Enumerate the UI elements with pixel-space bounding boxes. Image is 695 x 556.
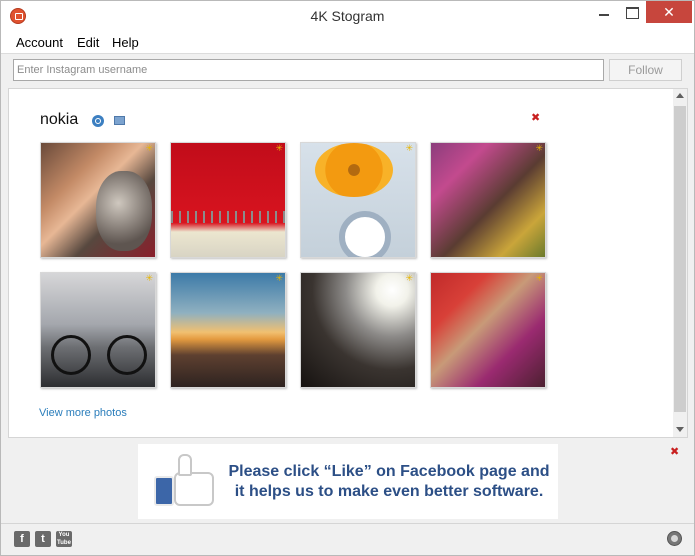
youtube-icon[interactable]: You Tube [56,531,72,547]
view-more-photos-link[interactable]: View more photos [39,407,127,419]
favorite-star-icon: ✳ [535,273,543,283]
favorite-star-icon: ✳ [145,143,153,153]
remove-profile-button[interactable]: ✖ [531,113,541,124]
profile-username: nokia [40,111,79,128]
maximize-button[interactable] [620,1,644,23]
globe-icon[interactable] [667,531,682,546]
favorite-star-icon: ✳ [275,273,283,283]
photo-thumbnail[interactable]: ✳ [40,142,156,258]
photo-thumbnail[interactable]: ✳ [40,272,156,388]
window-title: 4K Stogram [310,8,385,24]
menu-bar: Account Edit Help [1,31,694,53]
photo-thumbnail[interactable]: ✳ [430,272,546,388]
banner-message: Please click “Like” on Facebook page and… [228,463,550,500]
photo-thumbnail[interactable]: ✳ [430,142,546,258]
folder-icon[interactable] [114,116,125,125]
close-button[interactable]: ✕ [646,1,692,23]
favorite-star-icon: ✳ [405,143,413,153]
photo-thumbnail[interactable]: ✳ [300,272,416,388]
twitter-icon[interactable]: t [35,531,51,547]
photo-feed-panel: nokia ✖ ✳ ✳ ✳ ✳ ✳ ✳ ✳ ✳ View more photos [8,88,688,438]
thumbs-up-thumb [178,454,192,476]
status-footer: f t You Tube [1,523,694,555]
favorite-star-icon: ✳ [145,273,153,283]
thumbs-up-hand [174,472,214,506]
title-bar: 4K Stogram ✕ [1,1,694,31]
follow-button[interactable]: Follow [609,59,682,81]
favorite-star-icon: ✳ [535,143,543,153]
menu-edit[interactable]: Edit [77,35,99,50]
thumbs-up-icon [152,454,216,508]
facebook-like-banner[interactable]: Please click “Like” on Facebook page and… [138,444,558,519]
vertical-scrollbar[interactable] [673,89,687,437]
app-window: 4K Stogram ✕ Account Edit Help Follow no… [0,0,695,556]
photo-thumbnail[interactable]: ✳ [170,272,286,388]
search-row: Follow [1,53,694,87]
thumbs-up-cuff [154,476,174,506]
scroll-up-arrow-icon[interactable] [676,93,684,98]
minimize-button[interactable] [592,1,616,23]
favorite-star-icon: ✳ [405,273,413,283]
refresh-icon[interactable] [92,115,104,127]
facebook-icon[interactable]: f [14,531,30,547]
photo-thumbnail[interactable]: ✳ [300,142,416,258]
photo-thumbnail[interactable]: ✳ [170,142,286,258]
scroll-down-arrow-icon[interactable] [676,427,684,432]
favorite-star-icon: ✳ [275,143,283,153]
scroll-thumb[interactable] [674,106,686,412]
menu-account[interactable]: Account [16,35,63,50]
close-banner-button[interactable]: ✖ [670,447,680,458]
username-input[interactable] [13,59,604,81]
menu-help[interactable]: Help [112,35,139,50]
